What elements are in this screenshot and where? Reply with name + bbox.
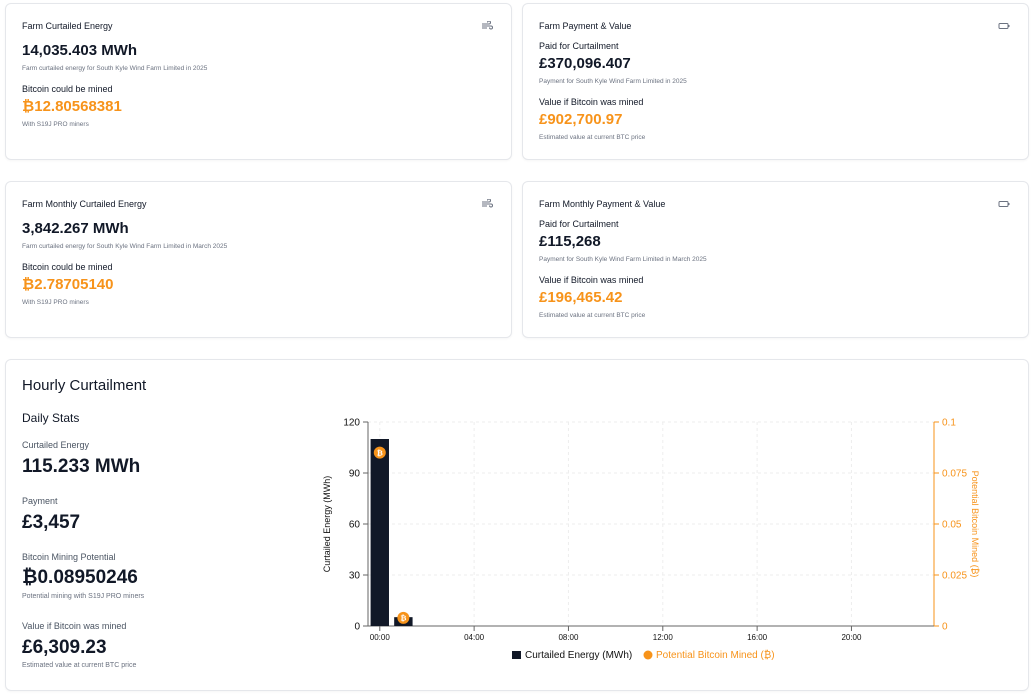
y-right-tick-label: 0.025 bbox=[942, 571, 967, 582]
y-tick-label: 30 bbox=[349, 571, 361, 582]
bitcoin-label: Bitcoin could be mined bbox=[22, 84, 113, 94]
bitcoin-value: ₿2.78705140 bbox=[22, 276, 114, 293]
btc-value-label: Value if Bitcoin was mined bbox=[22, 621, 127, 631]
value-caption: Estimated value at current BTC price bbox=[539, 312, 646, 319]
paid-label: Paid for Curtailment bbox=[539, 219, 619, 229]
legend-swatch-energy bbox=[512, 651, 521, 659]
y-right-tick-label: 0.1 bbox=[942, 418, 956, 429]
card-title: Farm Payment & Value bbox=[539, 21, 632, 31]
value-value: £902,700.97 bbox=[539, 111, 623, 128]
farm-payment-card: Farm Payment & Value Paid for Curtailmen… bbox=[522, 3, 1029, 160]
bitcoin-caption: With S19J PRO miners bbox=[22, 121, 89, 128]
y-axis-label: Curtailed Energy (MWh) bbox=[322, 476, 332, 573]
curtailed-energy-caption: Farm curtailed energy for South Kyle Win… bbox=[22, 65, 208, 72]
btc-value-value: £6,309.23 bbox=[22, 637, 107, 658]
energy-bar bbox=[370, 439, 389, 626]
mining-value: ₿0.08950246 bbox=[22, 567, 138, 588]
x-tick-label: 20:00 bbox=[841, 633, 862, 642]
value-caption: Estimated value at current BTC price bbox=[539, 134, 646, 141]
x-tick-label: 08:00 bbox=[558, 633, 579, 642]
legend-swatch-bitcoin bbox=[643, 650, 653, 660]
x-tick-label: 16:00 bbox=[747, 633, 768, 642]
daily-stats-title: Daily Stats bbox=[22, 411, 80, 425]
wind-icon bbox=[482, 199, 493, 208]
wallet-icon bbox=[998, 201, 1010, 207]
value-label: Value if Bitcoin was mined bbox=[539, 97, 644, 107]
hourly-curtailment-card: Hourly Curtailment Daily Stats Curtailed… bbox=[5, 359, 1029, 691]
bitcoin-caption: With S19J PRO miners bbox=[22, 299, 89, 306]
paid-value: £115,268 bbox=[539, 233, 601, 250]
x-tick-label: 00:00 bbox=[370, 633, 391, 642]
card-title: Farm Monthly Payment & Value bbox=[539, 199, 666, 209]
value-value: £196,465.42 bbox=[539, 289, 623, 306]
y-tick-label: 60 bbox=[349, 520, 361, 531]
y-tick-label: 120 bbox=[343, 418, 360, 429]
wind-icon bbox=[482, 21, 493, 30]
card-title: Farm Curtailed Energy bbox=[22, 21, 113, 31]
y-right-tick-label: 0.075 bbox=[942, 469, 967, 480]
card-title: Farm Monthly Curtailed Energy bbox=[22, 199, 147, 209]
bitcoin-icon: ₿ bbox=[377, 448, 383, 457]
bitcoin-icon: ₿ bbox=[400, 614, 406, 623]
btc-value-caption: Estimated value at current BTC price bbox=[22, 662, 137, 669]
bitcoin-value: ₿12.80568381 bbox=[22, 98, 122, 115]
curtailed-energy-value: 3,842.267 MWh bbox=[22, 220, 129, 237]
energy-label: Curtailed Energy bbox=[22, 440, 90, 450]
mining-label: Bitcoin Mining Potential bbox=[22, 552, 116, 562]
y-right-tick-label: 0.05 bbox=[942, 520, 962, 531]
bitcoin-label: Bitcoin could be mined bbox=[22, 262, 113, 272]
y-tick-label: 90 bbox=[349, 469, 361, 480]
y-tick-label: 0 bbox=[354, 622, 360, 633]
value-label: Value if Bitcoin was mined bbox=[539, 275, 644, 285]
paid-caption: Payment for South Kyle Wind Farm Limited… bbox=[539, 256, 707, 263]
x-tick-label: 04:00 bbox=[464, 633, 485, 642]
farm-curtailed-energy-card: Farm Curtailed Energy 14,035.403 MWh Far… bbox=[5, 3, 512, 160]
hourly-chart: 0 30 60 90 120 0 0.025 0.05 0.075 0.1 00:00 04:00 08… bbox=[322, 418, 980, 662]
mining-caption: Potential mining with S19J PRO miners bbox=[22, 593, 145, 600]
y-right-axis-label: Potential Bitcoin Mined (₿) bbox=[970, 471, 980, 578]
curtailed-energy-caption: Farm curtailed energy for South Kyle Win… bbox=[22, 243, 228, 250]
legend-label-bitcoin: Potential Bitcoin Mined (₿) bbox=[656, 649, 775, 661]
payment-label: Payment bbox=[22, 496, 58, 506]
paid-value: £370,096.407 bbox=[539, 55, 631, 72]
section-title: Hourly Curtailment bbox=[22, 377, 147, 394]
energy-value: 115.233 MWh bbox=[22, 456, 141, 477]
y-right-tick-label: 0 bbox=[942, 622, 948, 633]
legend-label-energy: Curtailed Energy (MWh) bbox=[525, 650, 632, 661]
monthly-curtailed-energy-card: Farm Monthly Curtailed Energy 3,842.267 … bbox=[5, 181, 512, 338]
monthly-payment-card: Farm Monthly Payment & Value Paid for Cu… bbox=[522, 181, 1029, 338]
curtailed-energy-value: 14,035.403 MWh bbox=[22, 42, 138, 59]
paid-caption: Payment for South Kyle Wind Farm Limited… bbox=[539, 78, 687, 85]
x-tick-label: 12:00 bbox=[653, 633, 674, 642]
wallet-icon bbox=[998, 23, 1010, 29]
paid-label: Paid for Curtailment bbox=[539, 41, 619, 51]
payment-value: £3,457 bbox=[22, 512, 81, 533]
